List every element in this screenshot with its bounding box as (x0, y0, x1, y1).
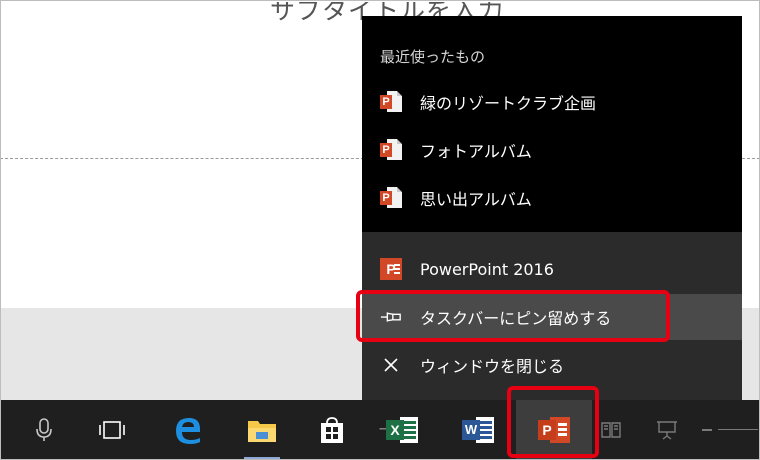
zoom-slider[interactable] (700, 400, 760, 460)
file-explorer-button[interactable] (232, 400, 292, 460)
store-button[interactable] (302, 400, 362, 460)
word-button[interactable]: W (448, 400, 508, 460)
zoom-slider-track (702, 429, 758, 431)
open-powerpoint-label: PowerPoint 2016 (420, 259, 554, 279)
taskbar: ート X W P (0, 400, 760, 460)
ppt-file-icon: P (380, 186, 402, 210)
store-icon (321, 417, 343, 443)
highlight-powerpoint-taskbar (507, 386, 599, 458)
recent-item-label: 緑のリゾートクラブ企画 (420, 94, 597, 113)
recent-item[interactable]: P 思い出アルバム (380, 182, 532, 214)
close-window-item[interactable]: ウィンドウを閉じる (362, 342, 742, 388)
microphone-icon (36, 418, 52, 441)
word-icon: W (462, 415, 494, 445)
slideshow-icon (652, 400, 682, 460)
recent-item[interactable]: P フォトアルバム (380, 134, 532, 166)
reading-view-icon (596, 400, 626, 460)
recent-header: 最近使ったもの (380, 48, 486, 66)
edge-icon (176, 418, 200, 444)
ppt-file-icon: P (380, 138, 402, 162)
file-explorer-icon (248, 421, 276, 442)
close-icon (380, 354, 402, 376)
recent-item[interactable]: P 緑のリゾートクラブ企画 (380, 86, 596, 118)
task-view-button[interactable] (82, 400, 142, 460)
edge-button[interactable] (158, 400, 218, 460)
excel-button[interactable]: X (372, 400, 432, 460)
ppt-file-icon: P (380, 90, 402, 114)
excel-icon: X (386, 415, 418, 445)
close-window-label: ウィンドウを閉じる (420, 357, 565, 376)
task-view-icon (99, 421, 125, 439)
jump-list: 最近使ったもの P 緑のリゾートクラブ企画 P フォトアルバム P 思い出アルバ… (362, 16, 742, 400)
recent-item-label: 思い出アルバム (420, 190, 532, 209)
microphone-button[interactable] (14, 400, 74, 460)
open-powerpoint-item[interactable]: P PowerPoint 2016 (362, 246, 742, 292)
powerpoint-icon: P (380, 258, 402, 280)
recent-item-label: フォトアルバム (420, 142, 532, 161)
highlight-pin-item (356, 290, 670, 342)
